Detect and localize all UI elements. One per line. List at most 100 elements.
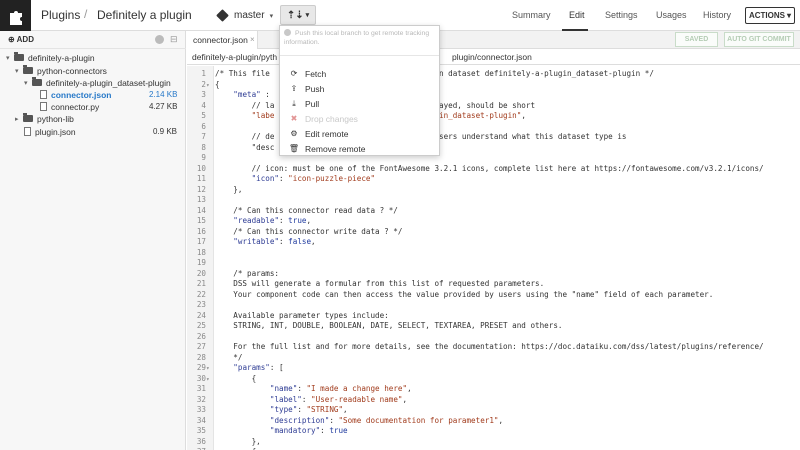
tab-summary[interactable]: Summary: [512, 10, 551, 20]
folder-icon: [32, 77, 42, 86]
actions-label: ACTIONS: [748, 11, 785, 20]
menu-item-push[interactable]: ⇪ Push: [288, 82, 325, 95]
menu-item-label: Drop changes: [305, 113, 358, 124]
line-number: 12: [196, 184, 206, 194]
file-size: 2.14 KB: [149, 90, 178, 99]
file-size: 0.9 KB: [153, 127, 178, 136]
git-actions-button[interactable]: ⇡⇣ ▾: [280, 5, 316, 25]
code-text: "description": "Some documentation for p…: [269, 415, 504, 425]
line-number: 1: [201, 69, 206, 78]
code-line: 34 "description": "Some documentation fo…: [187, 416, 503, 427]
line-number: 10: [196, 163, 206, 173]
line-number: 26: [196, 331, 206, 341]
code-text: },: [215, 184, 243, 194]
tree-item-label: plugin.json: [35, 126, 76, 137]
code-line: 36 },: [187, 437, 261, 448]
line-number: 20: [196, 268, 206, 278]
code-text: "desc: [215, 142, 275, 152]
close-icon: ✖: [290, 114, 298, 123]
code-line: 24 Available parameter types include:: [187, 311, 389, 322]
puzzle-piece-icon: [9, 10, 22, 25]
app-logo-icon[interactable]: [0, 0, 31, 31]
code-line: 6: [187, 122, 213, 133]
code-text: {: [215, 373, 257, 383]
menu-item-pull[interactable]: ⤓ Pull: [288, 97, 319, 110]
line-number: 35: [196, 426, 206, 435]
menu-item-edit-remote[interactable]: ⚙ Edit remote: [288, 127, 348, 140]
tab-settings[interactable]: Settings: [605, 10, 638, 20]
actions-button[interactable]: ACTIONS ▾: [745, 7, 795, 24]
line-number: 5: [201, 111, 206, 120]
code-line: 12 },: [187, 184, 243, 196]
tree-folder-python-lib[interactable]: ▸ python-lib: [15, 112, 74, 125]
code-line: 8 "desc: [187, 143, 274, 154]
menu-item-remove-remote[interactable]: 🗑 Remove remote: [288, 142, 366, 155]
line-number: 4: [201, 100, 206, 110]
code-line: 27 For the full list and for more detail…: [187, 342, 764, 353]
tab-edit[interactable]: Edit: [569, 10, 585, 20]
branch-name: master: [234, 10, 265, 21]
code-text: /* Can this connector read data ? */: [215, 205, 398, 215]
code-text: "type": "STRING",: [269, 405, 348, 414]
tree-file-plugin-json[interactable]: plugin.json: [24, 125, 76, 138]
line-number: 16: [196, 226, 206, 236]
file-icon: [24, 127, 31, 136]
menu-item-label: Edit remote: [305, 128, 349, 139]
line-number: 29: [196, 363, 206, 372]
code-text: /* params:: [215, 268, 280, 278]
breadcrumb-plugins[interactable]: Plugins: [41, 8, 80, 22]
code-line: 18: [187, 248, 213, 259]
file-path: definitely-a-plugin/pyth: [192, 52, 278, 62]
tree-item-label: connector.py: [51, 101, 100, 112]
code-line: 11 "icon": "icon-puzzle-piece": [187, 174, 375, 185]
menu-item-drop-changes[interactable]: ✖ Drop changes: [288, 112, 358, 125]
code-text: },: [215, 436, 261, 446]
code-line: 21 DSS will generate a formular from thi…: [187, 279, 544, 290]
code-text: "meta" :: [233, 90, 270, 99]
add-button[interactable]: ⊕ ADD: [8, 35, 34, 44]
code-line: 30▾ {: [187, 374, 256, 385]
code-text: {: [215, 79, 220, 89]
settings-icon[interactable]: [155, 35, 164, 44]
tree-folder-definitely-a-plugin[interactable]: ▾ definitely-a-plugin: [6, 51, 95, 64]
code-text: "readable": true,: [233, 216, 312, 225]
chevron-down-icon: ▾: [6, 54, 10, 62]
line-number: 33: [196, 405, 206, 414]
branch-selector[interactable]: master ▾: [216, 7, 273, 24]
menu-item-label: Fetch: [305, 68, 327, 79]
line-number: 15: [196, 216, 206, 225]
file-path-tail: plugin/connector.json: [452, 52, 532, 62]
code-line: 23: [187, 300, 213, 311]
code-line: 32 "label": "User-readable name",: [187, 395, 407, 406]
code-line: 1/* This file python dataset definitely-…: [187, 69, 653, 80]
code-line: 13: [187, 195, 213, 206]
code-line: 25 STRING, INT, DOUBLE, BOOLEAN, DATE, S…: [187, 321, 563, 332]
tab-usages[interactable]: Usages: [656, 10, 687, 20]
editor-tab-connector-json[interactable]: connector.json: [187, 31, 258, 49]
auto-git-commit-button[interactable]: AUTO GIT COMMIT: [724, 32, 794, 47]
menu-item-fetch[interactable]: ⟳ Fetch: [288, 67, 327, 80]
code-line: 17 "writable": false,: [187, 237, 316, 248]
tree-item-label: definitely-a-plugin: [28, 52, 95, 63]
tree-item-label: connector.json: [51, 89, 112, 100]
page-title: Definitely a plugin: [97, 8, 192, 22]
git-branch-icon: [216, 9, 229, 22]
saved-button[interactable]: SAVED: [675, 32, 718, 47]
line-number: 3: [201, 90, 206, 99]
line-number: 2: [201, 79, 206, 89]
line-number: 23: [196, 300, 206, 309]
refresh-icon: ⟳: [290, 69, 298, 78]
file-icon: [40, 90, 47, 99]
line-number: 25: [196, 321, 206, 330]
close-icon[interactable]: ×: [250, 35, 255, 44]
code-line: 20 /* params:: [187, 268, 279, 280]
file-size: 4.27 KB: [149, 102, 178, 111]
upload-icon: ⇪: [290, 84, 298, 93]
collapse-icon[interactable]: ⊟: [170, 34, 178, 45]
push-pull-icon: ⇡⇣: [286, 9, 304, 21]
line-number: 13: [196, 195, 206, 204]
menu-item-label: Remove remote: [305, 143, 366, 154]
code-line: 29▾ "params": [: [187, 363, 284, 374]
chevron-down-icon: ▾: [786, 11, 791, 20]
tab-history[interactable]: History: [703, 10, 731, 20]
